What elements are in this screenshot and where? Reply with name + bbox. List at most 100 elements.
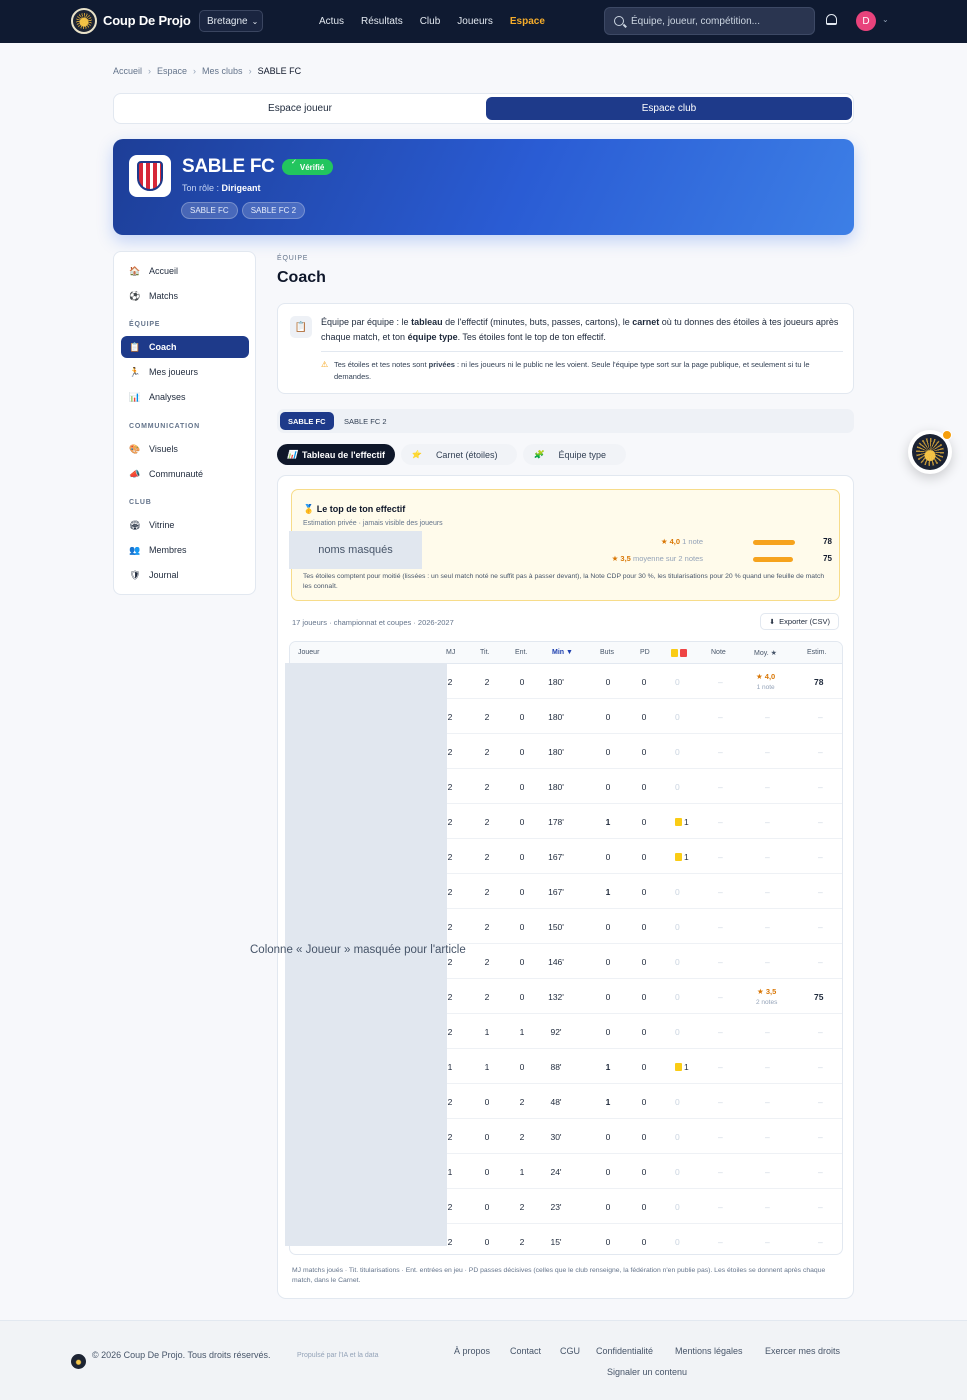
col-joueur[interactable]: Joueur: [298, 649, 319, 656]
note-cell[interactable]: –: [718, 1202, 723, 1212]
region-select[interactable]: Bretagne ⌄: [199, 10, 263, 32]
footer-link-mentions[interactable]: Mentions légales: [675, 1346, 743, 1356]
note-cell[interactable]: –: [718, 677, 723, 687]
breadcrumb-accueil[interactable]: Accueil: [113, 66, 142, 76]
note-cell[interactable]: –: [718, 1027, 723, 1037]
note-cell[interactable]: –: [718, 1132, 723, 1142]
breadcrumb-espace[interactable]: Espace: [157, 66, 187, 76]
tab-equipe-type[interactable]: 🧩 Équipe type: [523, 444, 626, 465]
table-cell: 146': [548, 957, 564, 967]
tab-tableau-effectif[interactable]: 📊 Tableau de l'effectif: [277, 444, 395, 465]
table-cell: 2: [484, 747, 490, 757]
table-cell: 2: [484, 712, 490, 722]
table-cell: 1: [484, 1062, 490, 1072]
footer-ai-note: Propulsé par l'IA et la data: [297, 1352, 379, 1359]
cards-cell: 0: [675, 782, 680, 792]
assistant-button[interactable]: [908, 430, 952, 474]
yellow-card-count: 1: [684, 817, 689, 827]
brand-name[interactable]: Coup De Projo: [103, 13, 191, 28]
col-moy[interactable]: Moy. ★: [754, 649, 777, 657]
col-cartons[interactable]: [671, 649, 687, 659]
espace-club-button[interactable]: Espace club: [486, 97, 852, 120]
note-cell[interactable]: –: [718, 1237, 723, 1247]
col-estim[interactable]: Estim.: [807, 649, 826, 656]
team-chip[interactable]: SABLE FC 2: [241, 202, 306, 219]
sidebar-item-vitrine[interactable]: 🏟 Vitrine: [121, 514, 249, 536]
tab-sable-fc[interactable]: SABLE FC: [280, 412, 334, 430]
space-switch: Espace joueur Espace club: [113, 93, 854, 124]
sidebar-item-journal[interactable]: 🛡 Journal: [121, 564, 249, 586]
yellow-card-icon: [671, 649, 678, 657]
col-note[interactable]: Note: [711, 649, 726, 656]
note-cell[interactable]: –: [718, 1062, 723, 1072]
tab-sable-fc-2[interactable]: SABLE FC 2: [336, 412, 395, 430]
table-cell: 0: [641, 852, 647, 862]
footer-link-a-propos[interactable]: À propos: [454, 1346, 490, 1356]
footer-link-confidentialite[interactable]: Confidentialité: [596, 1346, 653, 1356]
note-cell[interactable]: –: [718, 1167, 723, 1177]
col-tit[interactable]: Tit.: [480, 649, 489, 656]
note-cell[interactable]: –: [718, 992, 723, 1002]
footer-link-signaler[interactable]: Signaler un contenu: [607, 1367, 687, 1377]
note-cell[interactable]: –: [718, 817, 723, 827]
table-cell: 2: [447, 887, 453, 897]
nav-link-espace[interactable]: Espace: [510, 16, 545, 27]
brand-logo-icon[interactable]: [71, 8, 97, 34]
rank-meta: 1 note: [682, 537, 703, 546]
note-cell[interactable]: –: [718, 922, 723, 932]
nav-link-joueurs[interactable]: Joueurs: [457, 16, 493, 27]
warning-icon: ⚠: [321, 360, 329, 369]
table-cell: 2: [447, 1027, 453, 1037]
table-cell: 0: [605, 1027, 611, 1037]
note-cell[interactable]: –: [718, 852, 723, 862]
sidebar-item-label: Matchs: [149, 291, 179, 301]
estimate-cell: –: [818, 747, 823, 757]
note-cell[interactable]: –: [718, 747, 723, 757]
note-cell[interactable]: –: [718, 887, 723, 897]
estimate-cell: –: [818, 1027, 823, 1037]
footer-link-cgu[interactable]: CGU: [560, 1346, 580, 1356]
sidebar-item-visuels[interactable]: 🎨 Visuels: [121, 438, 249, 460]
nav-link-resultats[interactable]: Résultats: [361, 16, 403, 27]
chevron-down-icon[interactable]: ⌄: [882, 15, 889, 24]
footer-link-contact[interactable]: Contact: [510, 1346, 541, 1356]
team-chip[interactable]: SABLE FC: [181, 202, 238, 219]
nav-link-actus[interactable]: Actus: [319, 16, 344, 27]
sidebar-item-accueil[interactable]: 🏠 Accueil: [121, 260, 249, 282]
col-buts[interactable]: Buts: [600, 649, 614, 656]
sidebar-item-mes-joueurs[interactable]: 🏃 Mes joueurs: [121, 361, 249, 383]
table-cell: 2: [484, 782, 490, 792]
average-stars-cell: –: [765, 922, 770, 932]
bell-icon[interactable]: [826, 14, 837, 25]
col-ent[interactable]: Ent.: [515, 649, 527, 656]
col-min[interactable]: Min ▼: [552, 649, 573, 656]
breadcrumb-mes-clubs[interactable]: Mes clubs: [202, 66, 243, 76]
espace-joueur-button[interactable]: Espace joueur: [117, 97, 483, 120]
sidebar: 🏠 Accueil ⚽ Matchs ÉQUIPE 📋 Coach 🏃 Mes joue…: [113, 251, 256, 595]
note-cell[interactable]: –: [718, 782, 723, 792]
search-input[interactable]: Équipe, joueur, compétition...: [604, 7, 815, 35]
export-csv-button[interactable]: ⬇ Exporter (CSV): [760, 613, 839, 630]
info-text-bold: tableau: [411, 317, 443, 327]
col-mj[interactable]: MJ: [446, 649, 455, 656]
sidebar-item-label: Mes joueurs: [149, 367, 199, 377]
estimate-cell: –: [818, 1062, 823, 1072]
avatar[interactable]: D: [856, 11, 876, 31]
note-cell[interactable]: –: [718, 712, 723, 722]
top-squad-box: 🥇 Le top de ton effectif Estimation priv…: [289, 489, 840, 601]
sidebar-item-analyses[interactable]: 📊 Analyses: [121, 386, 249, 408]
note-cell[interactable]: –: [718, 1097, 723, 1107]
nav-link-club[interactable]: Club: [420, 16, 441, 27]
sidebar-item-membres[interactable]: 👥 Membres: [121, 539, 249, 561]
table-cell: 0: [484, 1167, 490, 1177]
table-cell: 1: [605, 817, 611, 827]
col-pd[interactable]: PD: [640, 649, 650, 656]
tab-carnet[interactable]: ⭐ Carnet (étoiles): [400, 444, 518, 465]
rank-row: ★ 3,5 moyenne sur 2 notes 75: [592, 554, 832, 566]
sidebar-item-communaute[interactable]: 📣 Communauté: [121, 463, 249, 485]
sidebar-item-coach[interactable]: 📋 Coach: [121, 336, 249, 358]
table-cell: 0: [605, 992, 611, 1002]
sidebar-item-matchs[interactable]: ⚽ Matchs: [121, 285, 249, 307]
note-cell[interactable]: –: [718, 957, 723, 967]
footer-link-exercer-droits[interactable]: Exercer mes droits: [765, 1346, 840, 1356]
